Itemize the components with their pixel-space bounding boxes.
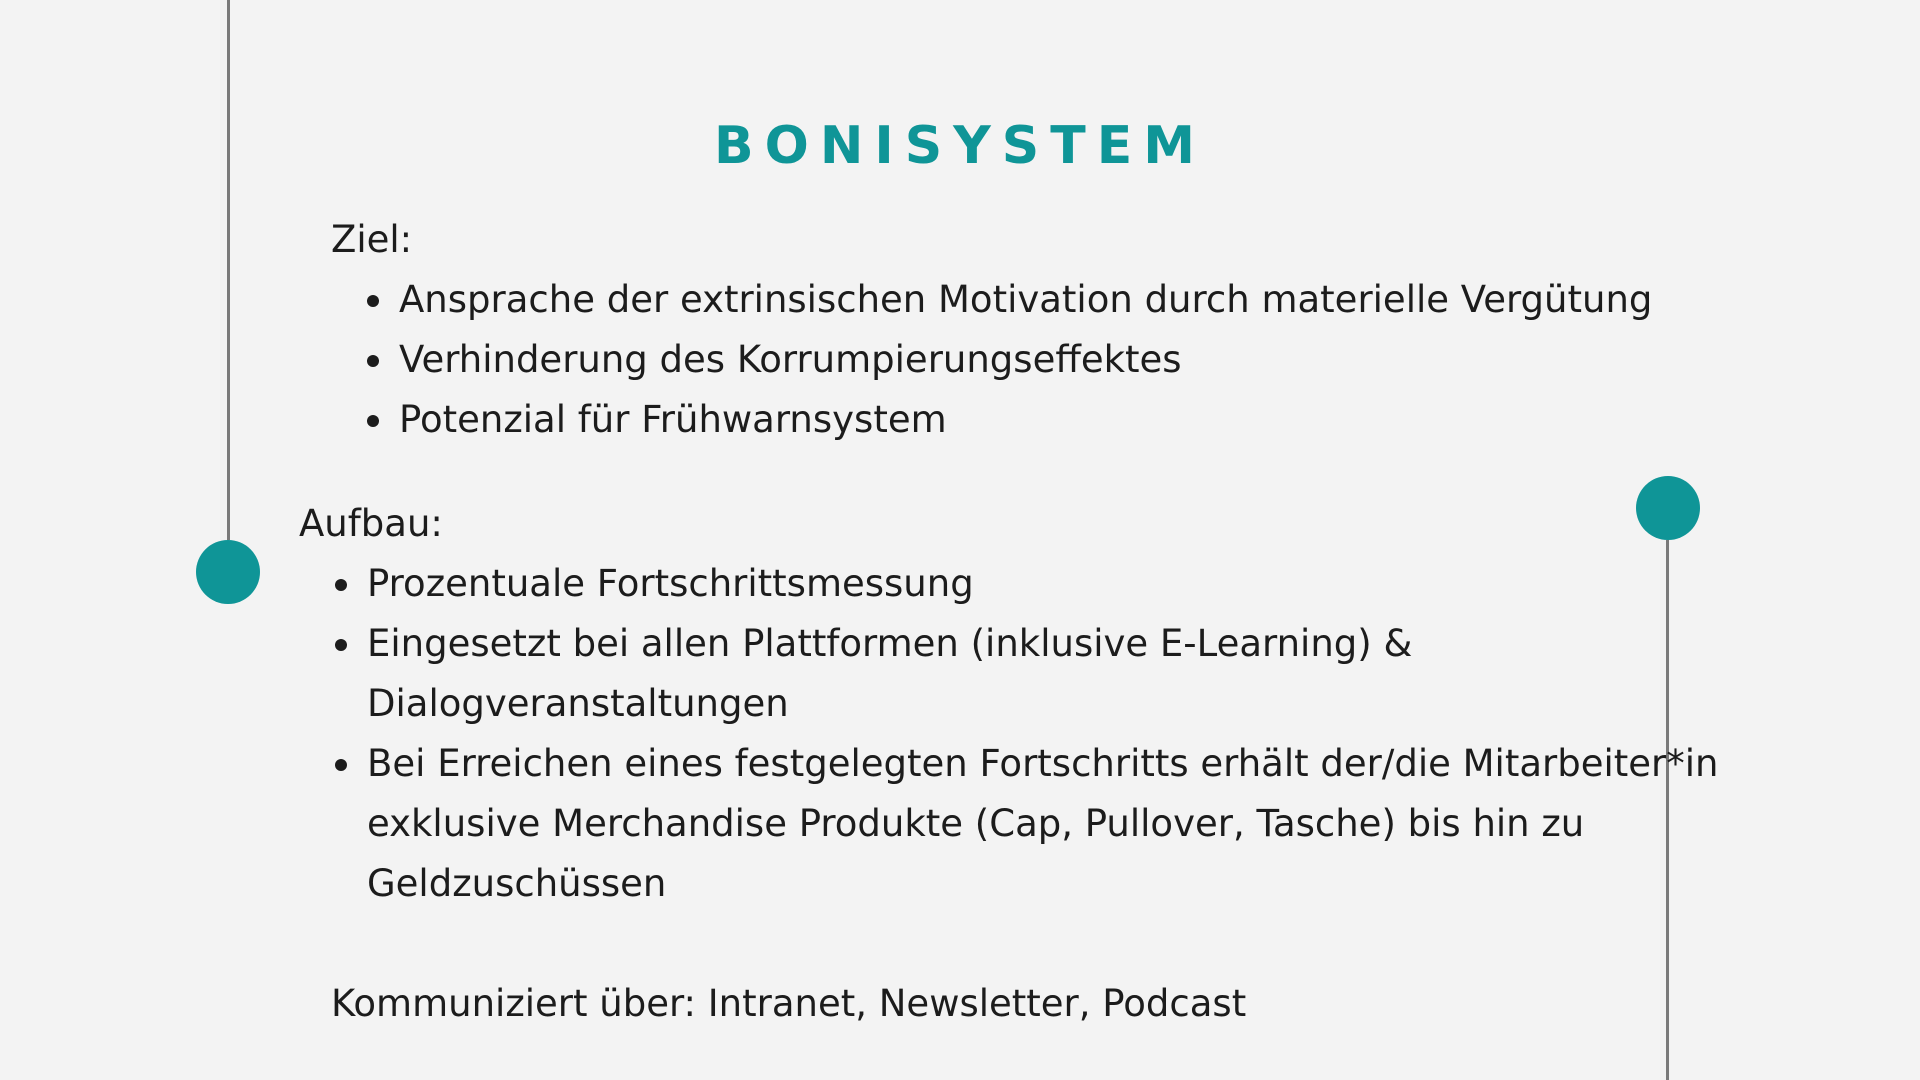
communication-channels: Kommuniziert über: Intranet, Newsletter,… (331, 982, 1247, 1025)
aufbau-list: Prozentuale Fortschrittsmessung Eingeset… (335, 554, 1718, 914)
list-item-line: Prozentuale Fortschrittsmessung (367, 562, 974, 605)
slide-title: BONISYSTEM (713, 116, 1206, 176)
list-item: Bei Erreichen eines festgelegten Fortsch… (335, 734, 1718, 914)
list-item-line: exklusive Merchandise Produkte (Cap, Pul… (367, 802, 1585, 845)
aufbau-label: Aufbau: (299, 502, 443, 545)
list-item-line: Bei Erreichen eines festgelegten Fortsch… (367, 742, 1719, 785)
timeline-dot-left (196, 540, 260, 604)
timeline-line-left (227, 0, 230, 540)
list-item: Eingesetzt bei allen Plattformen (inklus… (335, 614, 1718, 734)
list-item-line: Dialogveranstaltungen (367, 682, 789, 725)
slide: BONISYSTEM Ziel: Ansprache der extrinsis… (0, 0, 1920, 1080)
list-item: Potenzial für Frühwarnsystem (367, 390, 1652, 450)
list-item-line: Geldzuschüssen (367, 862, 667, 905)
ziel-list: Ansprache der extrinsischen Motivation d… (367, 270, 1652, 450)
ziel-label: Ziel: (331, 218, 413, 261)
list-item-line: Eingesetzt bei allen Plattformen (inklus… (367, 622, 1413, 665)
list-item: Verhinderung des Korrumpierungseffektes (367, 330, 1652, 390)
list-item: Ansprache der extrinsischen Motivation d… (367, 270, 1652, 330)
list-item: Prozentuale Fortschrittsmessung (335, 554, 1718, 614)
timeline-dot-right (1636, 476, 1700, 540)
